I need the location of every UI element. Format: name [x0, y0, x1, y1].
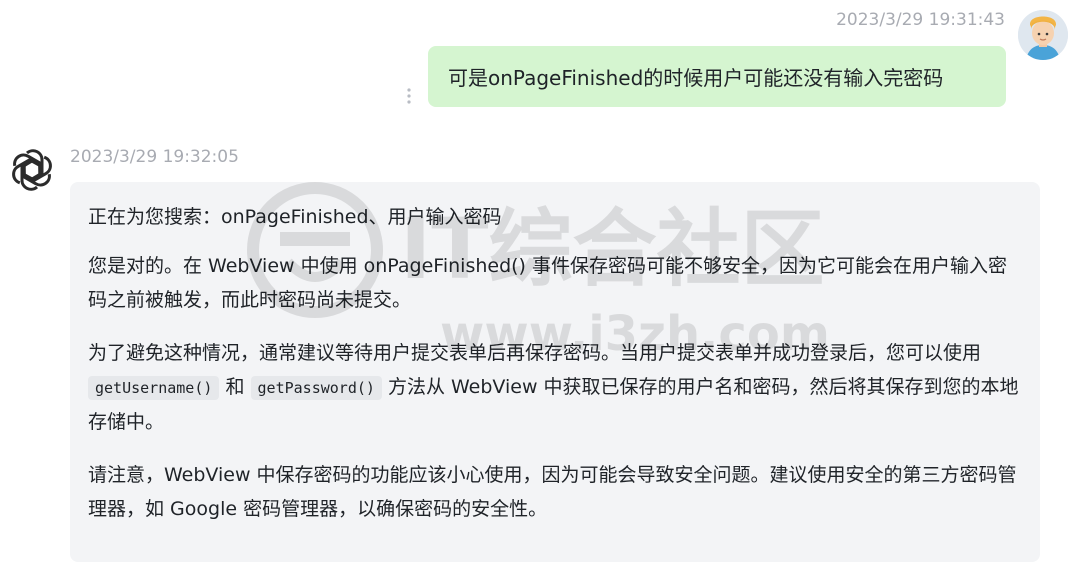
openai-logo-icon: [8, 146, 56, 194]
openai-logo-glyph: [12, 149, 52, 191]
more-vertical-icon-glyph: [407, 88, 411, 104]
answer-paragraph-2-part-a: 为了避免这种情况，通常建议等待用户提交表单后再保存密码。当用户提交表单并成功登录…: [88, 342, 982, 364]
user-message-bubble: 可是onPageFinished的时候用户可能还没有输入完密码: [428, 46, 1006, 107]
user-avatar-icon: [1018, 10, 1068, 60]
user-message-timestamp: 2023/3/29 19:31:43: [836, 10, 1005, 30]
answer-paragraph-3: 请注意，WebView 中保存密码的功能应该小心使用，因为可能会导致安全问题。建…: [88, 464, 1017, 520]
bot-message-bubble: 正在为您搜索：onPageFinished、用户输入密码 您是对的。在 WebV…: [70, 182, 1040, 562]
answer-paragraph-1: 您是对的。在 WebView 中使用 onPageFinished() 事件保存…: [88, 255, 1007, 311]
answer-paragraph-2-part-b: 和: [225, 376, 245, 398]
more-vertical-icon[interactable]: [403, 84, 415, 108]
inline-code-getpassword: getPassword(): [250, 376, 382, 400]
user-avatar[interactable]: [1018, 10, 1068, 60]
inline-code-getusername: getUsername(): [88, 376, 220, 400]
answer-paragraph-2: 为了避免这种情况，通常建议等待用户提交表单后再保存密码。当用户提交表单并成功登录…: [88, 336, 1020, 439]
user-message-text: 可是onPageFinished的时候用户可能还没有输入完密码: [448, 66, 944, 90]
bot-message-timestamp: 2023/3/29 19:32:05: [70, 147, 239, 167]
search-status-text: 正在为您搜索：onPageFinished、用户输入密码: [88, 206, 502, 228]
